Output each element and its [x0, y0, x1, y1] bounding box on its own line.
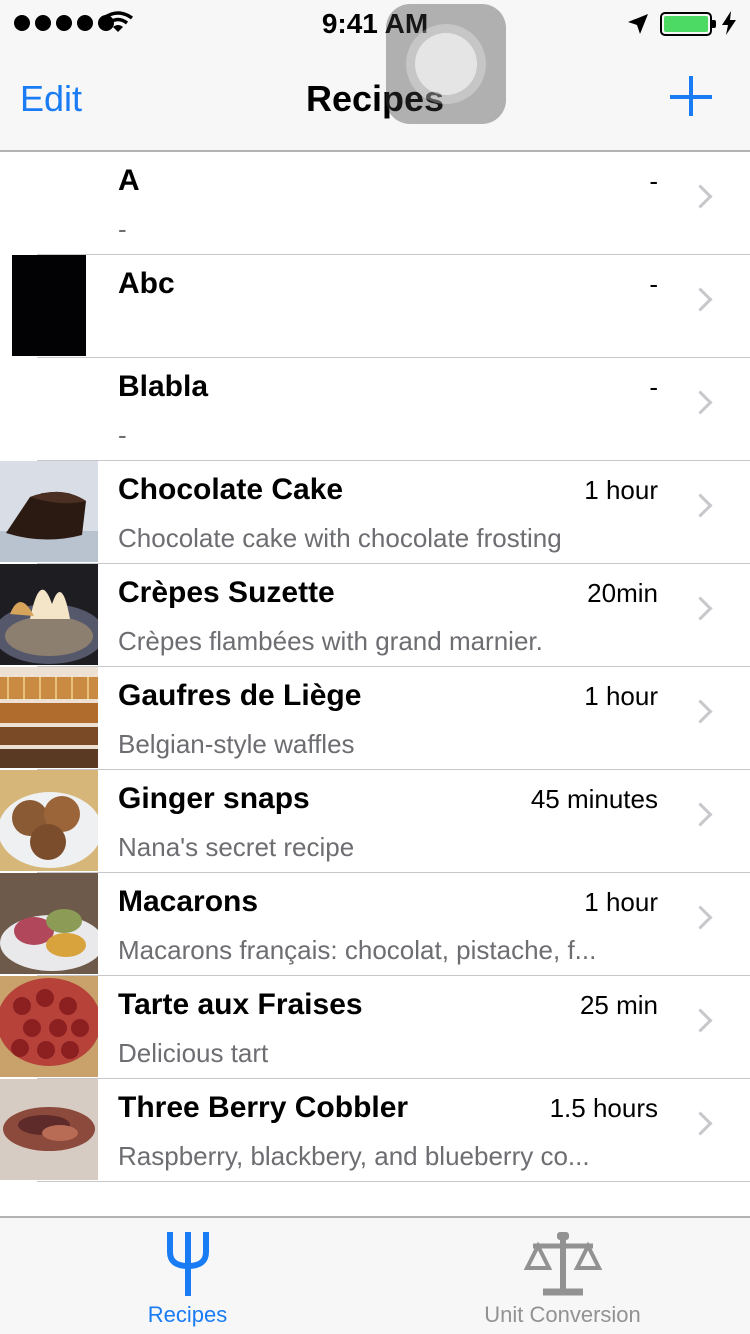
recipe-time: 1 hour — [584, 681, 658, 711]
recipe-time: 1 hour — [584, 475, 658, 505]
recipe-time: 25 min — [579, 990, 658, 1020]
recipe-title: Blabla — [118, 370, 209, 403]
fork-icon — [166, 1232, 209, 1296]
recipe-row[interactable]: Gaufres de Liège 1 hour Belgian-style waff… — [0, 667, 750, 770]
recipe-subtitle: Macarons français: chocolat, pistache, f… — [118, 935, 597, 965]
chevron-right-icon — [688, 390, 713, 415]
row-separator — [37, 1181, 750, 1182]
recipe-thumbnail — [0, 1079, 98, 1180]
recipe-title: Gaufres de Liège — [118, 679, 362, 712]
recipe-row[interactable]: Tarte aux Fraises 25 min Delicious tart — [0, 976, 750, 1079]
recipe-row[interactable]: Blabla - - — [0, 358, 750, 461]
recipe-title: Macarons — [118, 885, 259, 918]
plus-icon[interactable] — [668, 74, 714, 120]
recipe-time: 1.5 hours — [549, 1093, 658, 1123]
location-arrow-icon — [628, 14, 648, 34]
recipe-row[interactable]: A - - — [0, 152, 750, 255]
recipe-row[interactable]: Chocolate Cake 1 hour Chocolate cake with … — [0, 461, 750, 564]
chevron-right-icon — [688, 802, 713, 827]
recipe-subtitle: Delicious tart — [118, 1038, 269, 1068]
status-bar: 9:41 AM — [0, 0, 750, 40]
recipe-subtitle: Crèpes flambées with grand marnier. — [118, 626, 543, 656]
tab-recipes[interactable]: Recipes — [0, 1218, 375, 1334]
navigation-bar: Edit Recipes — [0, 40, 750, 152]
recipe-title: Ginger snaps — [118, 782, 310, 815]
assistive-touch-button[interactable] — [386, 4, 506, 124]
recipe-thumbnail — [0, 564, 98, 665]
scale-icon — [523, 1232, 602, 1296]
recipe-row[interactable]: Ginger snaps 45 minutes Nana's secret reci… — [0, 770, 750, 873]
recipe-time: 45 minutes — [530, 784, 658, 814]
recipe-row[interactable]: Abc - — [0, 255, 750, 358]
recipe-time: - — [649, 372, 658, 402]
recipe-title: Tarte aux Fraises — [118, 988, 363, 1021]
recipe-time: 20min — [587, 578, 658, 608]
recipe-thumbnail — [0, 461, 98, 562]
recipe-subtitle: - — [118, 214, 127, 244]
chevron-right-icon — [688, 699, 713, 724]
tab-bar: Recipes Unit Conversion — [0, 1216, 750, 1334]
recipe-thumbnail — [0, 255, 98, 356]
charging-bolt-icon — [722, 11, 736, 35]
recipe-row[interactable]: Three Berry Cobbler 1.5 hours Raspberry, b… — [0, 1079, 750, 1182]
recipe-row[interactable]: Crèpes Suzette 20min Crèpes flambées with … — [0, 564, 750, 667]
recipe-thumbnail — [0, 770, 98, 871]
tab-unit-conversion[interactable]: Unit Conversion — [375, 1218, 750, 1334]
recipe-thumbnail — [0, 667, 98, 768]
recipe-thumbnail — [0, 873, 98, 974]
recipe-subtitle: Nana's secret recipe — [118, 832, 355, 862]
battery-icon — [660, 12, 716, 36]
chevron-right-icon — [688, 905, 713, 930]
recipe-subtitle: - — [118, 420, 127, 450]
chevron-right-icon — [688, 596, 713, 621]
recipe-row[interactable]: Macarons 1 hour Macarons français: chocola… — [0, 873, 750, 976]
recipe-list: A - - Abc - Blabla - - Chocolate Cake 1 hour Choco… — [0, 152, 750, 1182]
chevron-right-icon — [688, 1111, 713, 1136]
tab-label: Recipes — [147, 1302, 228, 1327]
recipe-title: Crèpes Suzette — [118, 576, 335, 609]
page-title: Recipes — [305, 78, 445, 119]
chevron-right-icon — [688, 287, 713, 312]
recipe-title: Chocolate Cake — [118, 473, 344, 506]
chevron-right-icon — [688, 1008, 713, 1033]
recipe-time: - — [649, 269, 658, 299]
recipe-subtitle: Raspberry, blackbery, and blueberry co..… — [118, 1141, 590, 1171]
recipe-title: Abc — [118, 267, 175, 300]
recipe-time: 1 hour — [584, 887, 658, 917]
recipe-title: Three Berry Cobbler — [118, 1091, 409, 1124]
recipe-subtitle: Belgian-style waffles — [118, 729, 355, 759]
chevron-right-icon — [688, 493, 713, 518]
tab-label: Unit Conversion — [484, 1302, 641, 1327]
chevron-right-icon — [688, 184, 713, 209]
recipe-subtitle: Chocolate cake with chocolate frosting — [118, 523, 562, 553]
recipe-thumbnail — [0, 976, 98, 1077]
recipe-title: A — [118, 164, 140, 197]
recipe-time: - — [649, 166, 658, 196]
